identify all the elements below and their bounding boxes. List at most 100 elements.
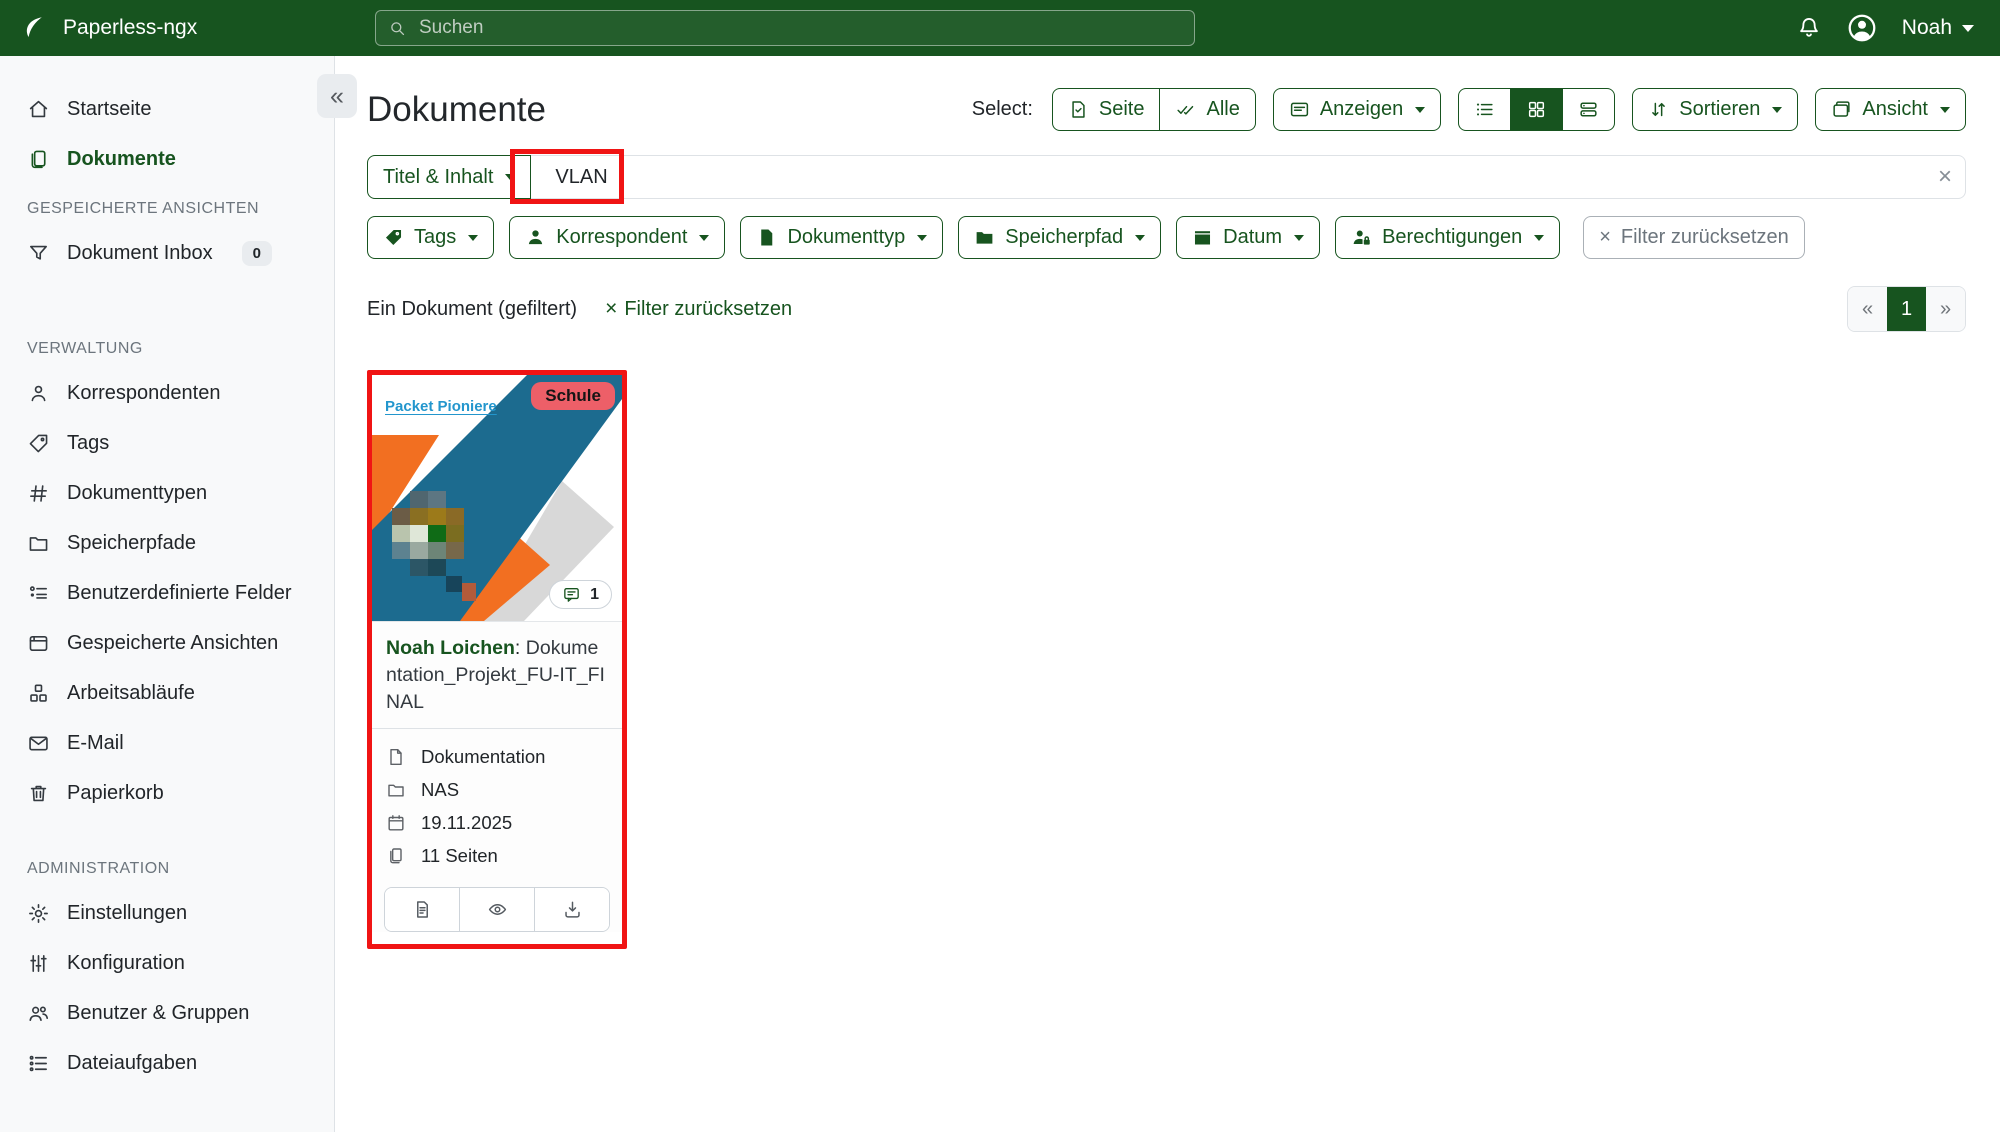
meta-page-count[interactable]: 11 Seiten (386, 840, 608, 873)
pagination-prev-button[interactable]: « (1848, 287, 1887, 331)
sidebar-item-speicherpfade[interactable]: Speicherpfade (0, 518, 334, 568)
thumbnail-logo-text: Packet Pioniere (385, 398, 497, 415)
meta-created-date[interactable]: 19.11.2025 (386, 807, 608, 840)
people-icon (29, 1005, 49, 1021)
x-icon: × (1599, 226, 1611, 248)
inbox-count-badge: 0 (241, 240, 272, 266)
trash-icon (30, 785, 47, 801)
preview-document-button[interactable] (459, 887, 534, 931)
gear-icon (29, 903, 48, 923)
sidebar-item-gespeicherte-ansichten[interactable]: Gespeicherte Ansichten (0, 618, 334, 668)
tags-filter-button[interactable]: Tags (367, 216, 495, 259)
meta-storage-path[interactable]: NAS (386, 774, 608, 807)
date-filter-button[interactable]: Datum (1176, 216, 1321, 259)
sidebar-item-dokument-inbox[interactable]: Dokument Inbox 0 (0, 228, 334, 278)
search-field-dropdown[interactable]: Titel & Inhalt (367, 155, 532, 199)
document-card-title[interactable]: Noah Loichen: Dokumentation_Projekt_FU-I… (372, 621, 622, 728)
document-type-filter-button[interactable]: Dokumenttyp (740, 216, 944, 259)
sidebar-item-label: Einstellungen (67, 901, 188, 924)
sidebar-item-dokumenttypen[interactable]: Dokumenttypen (0, 468, 334, 518)
chevron-double-left-icon: « (330, 81, 344, 110)
document-thumbnail[interactable]: Packet Pioniere Schule 1 (372, 375, 622, 621)
meta-document-type[interactable]: Dokumentation (386, 741, 608, 774)
window-stack-icon (1833, 101, 1850, 117)
sidebar-collapse-button[interactable]: « (317, 74, 357, 118)
document-grid: Packet Pioniere Schule 1 Noah Loichen: D… (367, 370, 1966, 949)
sidebar-item-konfiguration[interactable]: Konfiguration (0, 938, 334, 988)
grid-view-button[interactable] (1510, 88, 1564, 131)
chevron-down-icon (1962, 24, 1974, 32)
edit-document-button[interactable] (385, 887, 459, 931)
select-page-button[interactable]: Seite (1051, 88, 1161, 131)
sidebar-item-label: Korrespondenten (67, 381, 221, 404)
documents-icon (31, 150, 46, 168)
sidebar-item-benutzer-gruppen[interactable]: Benutzer & Gruppen (0, 988, 334, 1038)
sidebar-item-label: Dokument Inbox (67, 241, 213, 264)
display-fields-button[interactable]: Anzeigen (1272, 88, 1442, 131)
header-controls: Select: Seite Alle Anzeigen Sortieren An… (972, 88, 1966, 131)
app-brand[interactable]: Paperless-ngx (0, 13, 335, 43)
task-list-icon (29, 1055, 47, 1071)
sidebar-item-label: Gespeicherte Ansichten (67, 631, 279, 654)
sidebar-item-papierkorb[interactable]: Papierkorb (0, 768, 334, 818)
title-content-query-input[interactable] (531, 155, 1966, 199)
user-avatar-icon[interactable] (1846, 12, 1878, 44)
correspondent-filter-button[interactable]: Korrespondent (509, 216, 726, 259)
sidebar-item-email[interactable]: E-Mail (0, 718, 334, 768)
sidebar-item-label: Startseite (67, 97, 152, 120)
file-fill-icon (761, 229, 773, 246)
tag-badge-schule[interactable]: Schule (531, 382, 615, 410)
detail-view-button[interactable] (1562, 88, 1616, 131)
sidebar-section-saved-views: GESPEICHERTE ANSICHTEN (27, 200, 260, 217)
sidebar-item-label: Konfiguration (67, 951, 185, 974)
folder-fill-icon (976, 232, 993, 244)
sort-button[interactable]: Sortieren (1632, 88, 1799, 131)
x-icon: × (605, 297, 618, 320)
main-content: « Dokumente Select: Seite Alle Anzeigen … (317, 56, 2000, 1132)
search-icon (391, 21, 405, 35)
workflows-icon (30, 683, 47, 702)
document-type-icon (390, 749, 402, 766)
document-correspondent[interactable]: Noah Loichen (386, 637, 515, 659)
storage-path-filter-button[interactable]: Speicherpfad (958, 216, 1162, 259)
reset-filters-link[interactable]: × Filter zurücksetzen (605, 297, 792, 321)
pagination-current-page[interactable]: 1 (1887, 287, 1926, 331)
leaf-logo-icon (26, 15, 46, 40)
sidebar-item-tags[interactable]: Tags (0, 418, 334, 468)
view-settings-button[interactable]: Ansicht (1815, 88, 1966, 131)
pagination-next-button[interactable]: » (1926, 287, 1965, 331)
permissions-filter-button[interactable]: Berechtigungen (1335, 216, 1561, 259)
tag-fill-icon (385, 229, 402, 246)
chevron-down-icon (505, 174, 516, 180)
sidebar-item-dokumente[interactable]: Dokumente (0, 134, 334, 184)
view-toggle-group (1458, 88, 1616, 131)
document-card[interactable]: Packet Pioniere Schule 1 Noah Loichen: D… (372, 375, 622, 932)
sidebar-item-benutzerdefinierte-felder[interactable]: Benutzerdefinierte Felder (0, 568, 334, 618)
notifications-bell-icon[interactable] (1796, 15, 1822, 41)
list-view-button[interactable] (1458, 88, 1512, 131)
storage-path-icon (388, 784, 404, 797)
annotation-box-card: Packet Pioniere Schule 1 Noah Loichen: D… (367, 370, 627, 949)
user-menu[interactable]: Noah (1902, 16, 1974, 40)
sidebar-item-label: Benutzer & Gruppen (67, 1001, 250, 1024)
select-label: Select: (971, 98, 1033, 120)
sidebar-item-arbeitsablaeufe[interactable]: Arbeitsabläufe (0, 668, 334, 718)
reset-filters-button[interactable]: × Filter zurücksetzen (1583, 216, 1805, 259)
sidebar-item-dateiaufgaben[interactable]: Dateiaufgaben (0, 1038, 334, 1088)
clear-query-icon[interactable]: × (1938, 165, 1952, 189)
chevron-down-icon (1135, 234, 1146, 241)
results-row: Ein Dokument (gefiltert) × Filter zurück… (367, 286, 1966, 332)
comment-count-pill[interactable]: 1 (549, 580, 612, 609)
document-card-meta: Dokumentation NAS 19.11.2025 11 Seiten (372, 727, 622, 877)
chevron-down-icon (1534, 234, 1545, 241)
envelope-icon (29, 736, 48, 750)
sidebar-item-einstellungen[interactable]: Einstellungen (0, 888, 334, 938)
search-input[interactable] (417, 16, 1182, 40)
download-document-button[interactable] (534, 887, 609, 931)
select-all-button[interactable]: Alle (1159, 88, 1256, 131)
chevron-down-icon (1940, 106, 1950, 113)
sidebar-item-startseite[interactable]: Startseite (0, 84, 334, 134)
global-search[interactable] (375, 10, 1195, 46)
sidebar-item-korrespondenten[interactable]: Korrespondenten (0, 368, 334, 418)
result-count: Ein Dokument (gefiltert) (367, 297, 578, 320)
